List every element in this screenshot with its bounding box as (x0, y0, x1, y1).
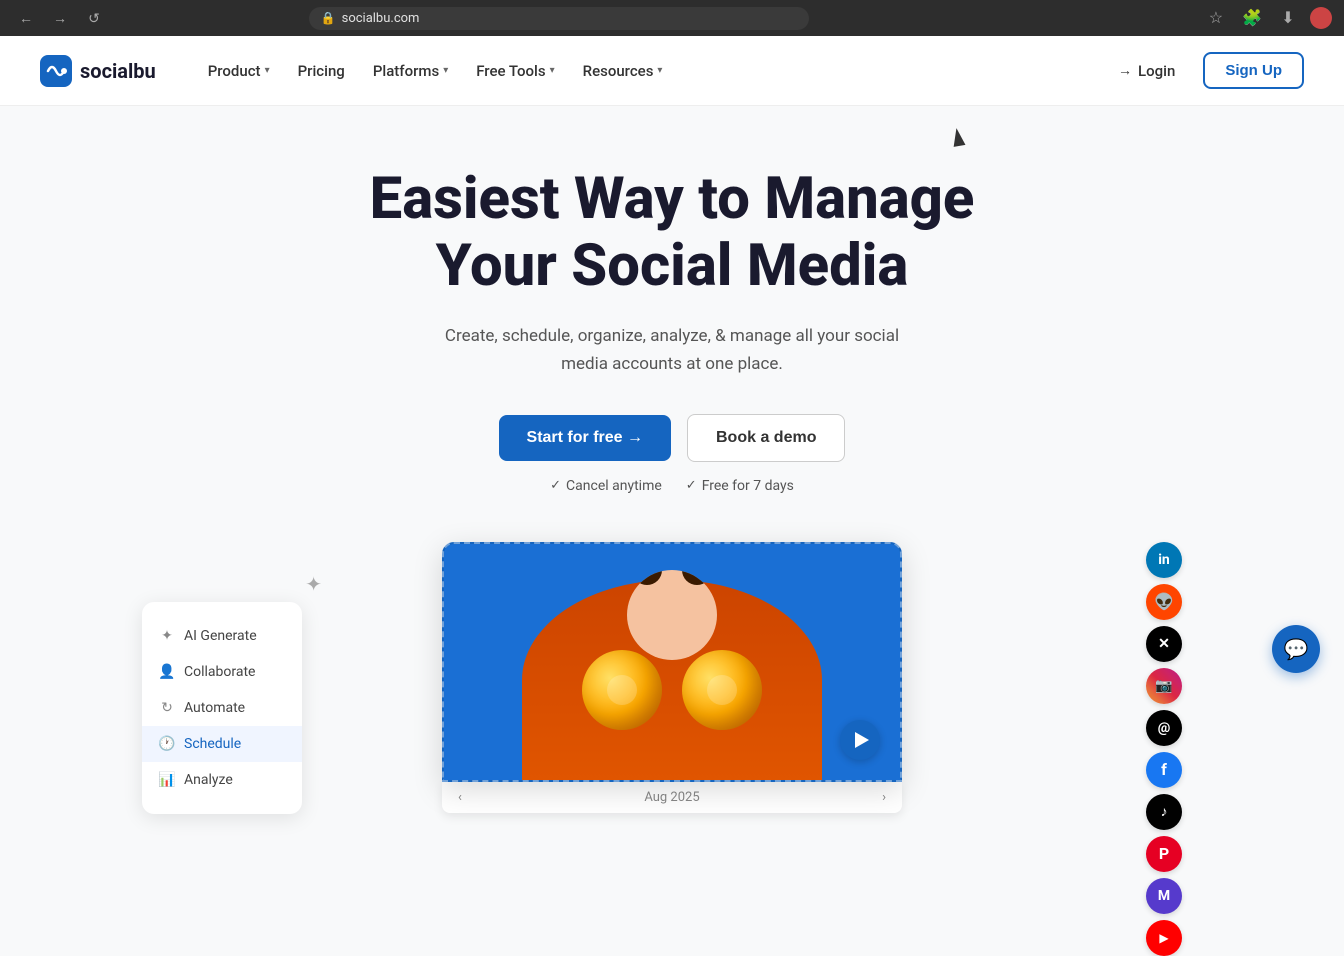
panel-item-schedule[interactable]: 🕐 Schedule (142, 726, 302, 762)
hero-checks: ✓ Cancel anytime ✓ Free for 7 days (40, 478, 1304, 494)
back-button[interactable]: ← (12, 4, 40, 32)
panel-item-analyze[interactable]: 📊 Analyze (142, 762, 302, 798)
play-icon (855, 732, 869, 748)
ai-generate-icon: ✦ (158, 628, 176, 644)
next-date-button[interactable]: › (882, 790, 886, 805)
nav-platforms[interactable]: Platforms ▾ (361, 54, 460, 88)
schedule-icon: 🕐 (158, 736, 176, 752)
social-icons-panel: in 👽 ✕ 📷 @ f ♪ P M ▶ (1146, 542, 1182, 956)
reddit-icon[interactable]: 👽 (1146, 584, 1182, 620)
signup-button[interactable]: Sign Up (1203, 52, 1304, 89)
pinterest-icon[interactable]: P (1146, 836, 1182, 872)
analyze-icon: 📊 (158, 772, 176, 788)
twitter-x-icon[interactable]: ✕ (1146, 626, 1182, 662)
prev-date-button[interactable]: ‹ (458, 790, 462, 805)
automate-icon: ↻ (158, 700, 176, 716)
checkmark-icon: ✓ (550, 478, 561, 493)
logo-text: socialbu (80, 59, 156, 83)
nav-product[interactable]: Product ▾ (196, 54, 282, 88)
date-label: Aug 2025 (644, 790, 699, 805)
facebook-icon[interactable]: f (1146, 752, 1182, 788)
navbar: socialbu Product ▾ Pricing Platforms ▾ F… (0, 36, 1344, 106)
star-decoration: ✦ (305, 572, 322, 596)
check-cancel: ✓ Cancel anytime (550, 478, 662, 494)
checkmark-icon-2: ✓ (686, 478, 697, 493)
nav-pricing[interactable]: Pricing (286, 54, 357, 88)
hero-title: Easiest Way to Manage Your Social Media (272, 166, 1072, 299)
collaborate-icon: 👤 (158, 664, 176, 680)
left-sidebar-panel: ✦ ✦ AI Generate 👤 Collaborate ↻ Automate… (142, 602, 302, 814)
resources-chevron: ▾ (657, 65, 662, 76)
start-free-button[interactable]: Start for free → (499, 415, 671, 461)
threads-icon[interactable]: @ (1146, 710, 1182, 746)
chat-bubble-button[interactable]: 💬 (1272, 625, 1320, 673)
extensions-button[interactable]: 🧩 (1238, 4, 1266, 32)
mastodon-icon[interactable]: M (1146, 878, 1182, 914)
logo-link[interactable]: socialbu (40, 55, 156, 87)
browser-nav: ← → ↺ (12, 4, 108, 32)
forward-button[interactable]: → (46, 4, 74, 32)
login-button[interactable]: → Login (1102, 54, 1191, 88)
nav-actions: → Login Sign Up (1102, 52, 1304, 89)
main-preview-image (442, 542, 902, 782)
url-display: socialbu.com (342, 11, 420, 26)
panel-item-collaborate[interactable]: 👤 Collaborate (142, 654, 302, 690)
tiktok-icon[interactable]: ♪ (1146, 794, 1182, 830)
play-button[interactable] (840, 720, 880, 760)
reload-button[interactable]: ↺ (80, 4, 108, 32)
check-free: ✓ Free for 7 days (686, 478, 794, 494)
nav-free-tools[interactable]: Free Tools ▾ (464, 54, 566, 88)
date-bar: ‹ Aug 2025 › (442, 782, 902, 813)
star-button[interactable]: ☆ (1202, 4, 1230, 32)
dashboard-preview: ✦ ✦ AI Generate 👤 Collaborate ↻ Automate… (222, 542, 1122, 813)
nav-resources[interactable]: Resources ▾ (571, 54, 675, 88)
download-button[interactable]: ⬇ (1274, 4, 1302, 32)
platforms-chevron: ▾ (443, 65, 448, 76)
instagram-icon[interactable]: 📷 (1146, 668, 1182, 704)
logo-icon (40, 55, 72, 87)
browser-chrome: ← → ↺ 🔒 socialbu.com ☆ 🧩 ⬇ (0, 0, 1344, 36)
login-icon: → (1118, 62, 1132, 79)
panel-item-ai-generate[interactable]: ✦ AI Generate (142, 618, 302, 654)
profile-avatar[interactable] (1310, 7, 1332, 29)
linkedin-icon[interactable]: in (1146, 542, 1182, 578)
hero-buttons: Start for free → Book a demo (40, 414, 1304, 462)
hero-section: Easiest Way to Manage Your Social Media … (0, 106, 1344, 813)
free-tools-chevron: ▾ (550, 65, 555, 76)
address-bar[interactable]: 🔒 socialbu.com (309, 7, 809, 30)
chat-icon: 💬 (1284, 637, 1309, 661)
browser-actions: ☆ 🧩 ⬇ (1202, 4, 1332, 32)
nav-links: Product ▾ Pricing Platforms ▾ Free Tools… (196, 54, 1102, 88)
panel-item-automate[interactable]: ↻ Automate (142, 690, 302, 726)
product-chevron: ▾ (265, 65, 270, 76)
book-demo-button[interactable]: Book a demo (687, 414, 845, 462)
hero-subtitle: Create, schedule, organize, analyze, & m… (422, 323, 922, 377)
youtube-icon[interactable]: ▶ (1146, 920, 1182, 956)
